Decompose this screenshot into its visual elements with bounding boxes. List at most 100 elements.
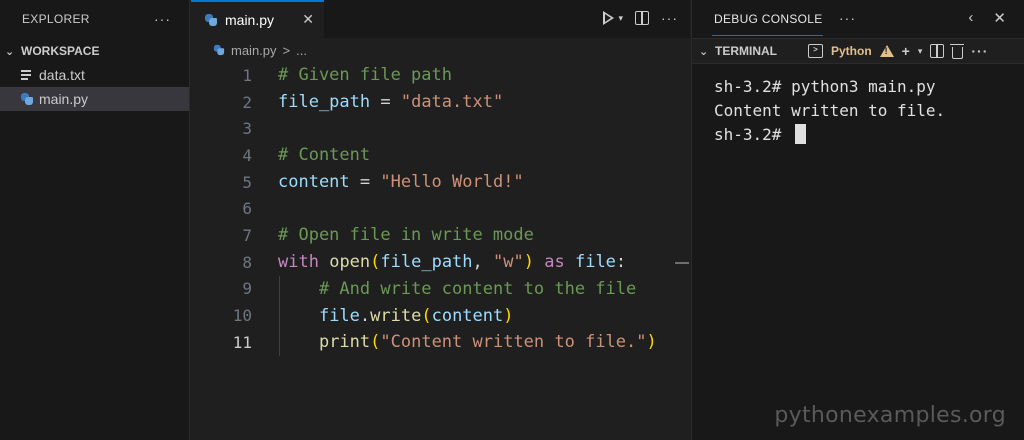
code-token: file [318,305,360,326]
workspace-section[interactable]: ⌄ WORKSPACE [0,39,189,63]
bottom-panel: DEBUG CONSOLE ··· ‹ ✕ ⌄ TERMINAL > Pytho… [691,0,1024,440]
code-token: . [359,305,371,326]
code-token: file [574,252,616,273]
line-number: 11 [232,332,252,352]
code-text: content = "Hello World!" [278,172,524,192]
code-line[interactable]: 5 content = "Hello World!" [191,169,690,196]
panel-header: DEBUG CONSOLE ··· ‹ ✕ [692,0,1024,38]
run-button[interactable]: ▾ [602,11,623,25]
split-editor-icon[interactable] [635,11,649,25]
code-line[interactable]: 2 file_path = "data.txt" [191,89,690,116]
terminal-title: TERMINAL [715,44,777,58]
code-line[interactable]: 10 file.write(content) [191,302,690,329]
chevron-down-icon[interactable]: ▾ [918,46,923,57]
code-line[interactable]: 8 with open(file_path, "w") as file: [191,249,690,276]
line-number: 7 [242,225,252,245]
code-line[interactable]: 9 # And write content to the file [191,275,690,303]
shell-label[interactable]: Python [831,44,872,58]
editor-tab-bar: main.py ✕ ▾ ··· [191,0,690,38]
line-number: 3 [242,119,252,139]
breadcrumb-more[interactable]: ... [296,43,307,58]
code-line[interactable]: 1 # Given file path [191,62,690,89]
terminal-line: sh-3.2# python3 main.py [714,76,936,96]
code-text: # Open file in write mode [278,225,534,245]
close-icon[interactable]: ✕ [302,11,314,28]
editor-more-icon[interactable]: ··· [661,10,678,26]
line-number: 2 [242,92,252,112]
panel-nav: ‹ ✕ [968,9,1006,27]
panel-more-icon[interactable]: ··· [839,10,856,26]
code-token: "data.txt" [400,92,504,113]
code-token: ) [523,252,534,273]
file-item-main-py[interactable]: main.py [0,87,189,111]
explorer-header: EXPLORER ··· [0,0,189,38]
terminal-cursor [795,124,807,144]
explorer-sidebar: EXPLORER ··· ⌄ WORKSPACE data.txt main.p… [0,0,190,440]
text-file-icon [21,70,37,80]
close-icon[interactable]: ✕ [993,9,1006,27]
editor: main.py ✕ ▾ ··· main.py > ... 1 # Given f… [191,0,690,440]
code-token: with [278,252,319,273]
code-text: # And write content to the file [278,279,636,299]
explorer-more-icon[interactable]: ··· [154,11,171,27]
watermark: pythonexamples.org [774,403,1006,428]
tab-debug-console[interactable]: DEBUG CONSOLE [714,12,823,26]
code-text: # Given file path [278,65,452,85]
chevron-left-icon[interactable]: ‹ [968,9,973,27]
chevron-down-icon: ⌄ [699,45,709,58]
file-item-data-txt[interactable]: data.txt [0,63,189,87]
code-line[interactable]: 4 # Content [191,142,690,169]
code-token: content [278,172,350,193]
tab-main-py[interactable]: main.py ✕ [191,0,324,38]
file-name: data.txt [39,67,85,83]
trash-icon[interactable] [950,43,965,59]
breadcrumb: main.py > ... [191,38,690,62]
code-token: # And write content to the file [318,278,637,299]
code-token: # Content [278,145,371,166]
chevron-down-icon[interactable]: ▾ [618,13,623,24]
code-token: "w" [493,252,524,273]
add-terminal-icon[interactable]: + [902,43,910,59]
code-token: ) [646,332,657,353]
code-line[interactable]: 3 [191,115,690,142]
code-token: ( [421,305,432,326]
python-file-icon [21,93,37,105]
play-icon [602,11,615,25]
terminal-output[interactable]: sh-3.2# python3 main.py Content written … [714,74,945,146]
line-number: 9 [242,279,252,299]
terminal-more-icon[interactable]: ··· [971,43,988,59]
code-token: "Hello World!" [380,172,524,193]
breadcrumb-file[interactable]: main.py [231,43,277,58]
code-token: write [370,305,422,326]
code-line[interactable]: 7 # Open file in write mode [191,222,690,249]
file-name: main.py [39,91,89,107]
code-text: with open(file_path, "w") as file: [278,252,626,272]
code-token: : [615,252,627,273]
code-text: # Content [278,145,370,165]
code-token: = [349,172,381,193]
editor-actions: ▾ ··· [602,10,678,26]
split-terminal-icon[interactable] [930,44,945,58]
code-token: ) [503,305,514,326]
code-token: file_path [380,252,473,273]
code-token: content [431,305,504,326]
breadcrumb-separator: > [282,42,291,58]
code-text: file_path = "data.txt" [278,92,503,112]
code-line[interactable]: 6 [191,195,690,222]
workspace-label: WORKSPACE [21,44,100,58]
code-token: ( [370,252,381,273]
code-token: = [370,92,401,113]
scroll-marker [675,262,689,264]
code-token: # Given file path [278,65,452,86]
explorer-title: EXPLORER [22,12,90,26]
terminal-header[interactable]: ⌄ TERMINAL > Python + ▾ ··· [692,38,1024,64]
python-file-icon [205,14,217,26]
chevron-down-icon: ⌄ [5,45,15,58]
code-line[interactable]: 11 print("Content written to file.") [191,328,690,356]
code-area[interactable]: 1 # Given file path 2 file_path = "data.txt… [191,62,690,356]
